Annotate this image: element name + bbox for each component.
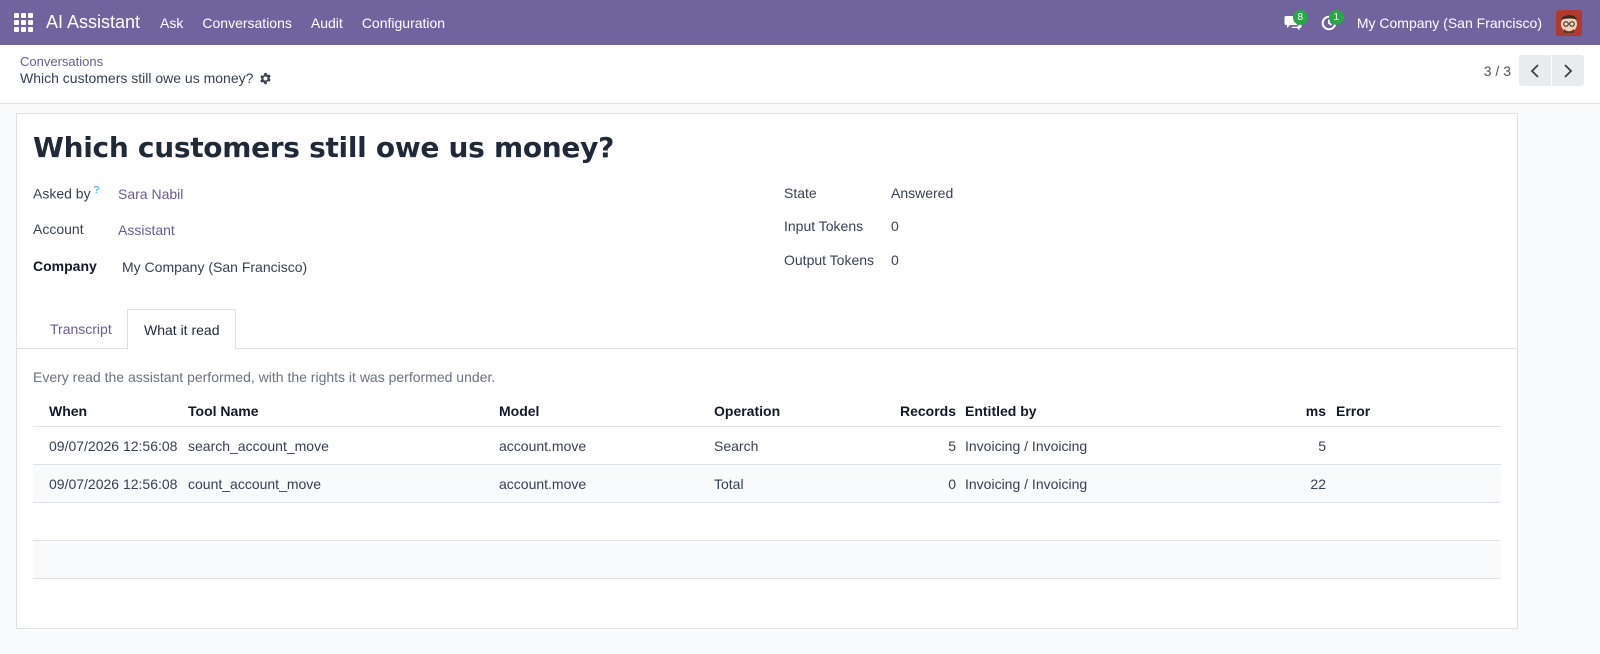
menu-conversations[interactable]: Conversations [202,15,292,31]
column-operation[interactable]: Operation [714,395,780,427]
chevron-right-icon [1564,63,1573,78]
record-title: Which customers still owe us money? [33,131,615,164]
table-row[interactable]: 09/07/2026 12:56:08 count_account_move a… [33,465,1501,503]
empty-table-row [33,541,1501,579]
messages-button[interactable]: 8 [1275,0,1311,45]
form-sheet: Which customers still owe us money? Aske… [16,113,1518,629]
output-tokens-value: 0 [891,252,899,268]
asked-by-label: Asked by? [33,185,99,202]
gear-icon[interactable] [259,72,272,85]
column-records[interactable]: Records [873,395,956,427]
cell-ms: 5 [1318,438,1326,454]
tab-what-it-read[interactable]: What it read [127,309,237,350]
state-value: Answered [891,185,954,201]
input-tokens-label: Input Tokens [784,218,864,234]
cell-entitled-by: Invoicing / Invoicing [965,438,1088,454]
help-tooltip-icon[interactable]: ? [94,185,100,196]
pager-previous-button[interactable] [1519,55,1551,86]
menu-ask[interactable]: Ask [160,15,183,31]
cell-when: 09/07/2026 12:56:08 [49,476,178,492]
empty-table-row [33,503,1501,541]
menu-configuration[interactable]: Configuration [362,15,445,31]
company-value[interactable]: My Company (San Francisco) [122,259,307,275]
cell-entitled-by: Invoicing / Invoicing [965,476,1088,492]
column-tool-name[interactable]: Tool Name [188,395,259,427]
cell-records: 0 [948,476,956,492]
input-tokens-value: 0 [891,218,899,234]
column-when[interactable]: When [49,395,87,427]
account-value[interactable]: Assistant [118,222,175,238]
column-ms[interactable]: ms [1283,395,1326,427]
cell-operation: Search [714,438,759,454]
company-switcher[interactable]: My Company (San Francisco) [1357,15,1542,31]
table-row[interactable]: 09/07/2026 12:56:08 search_account_move … [33,427,1501,465]
pager-value[interactable]: 3 / 3 [1484,63,1511,79]
output-tokens-label: Output Tokens [784,252,875,268]
reads-table: When Tool Name Model Operation Records E… [33,395,1501,579]
menu-audit[interactable]: Audit [311,15,343,31]
column-error[interactable]: Error [1336,395,1370,427]
cell-tool-name: search_account_move [188,438,329,454]
tab-description: Every read the assistant performed, with… [33,369,496,385]
cell-operation: Total [714,476,744,492]
cell-when: 09/07/2026 12:56:08 [49,438,178,454]
asked-by-label-text: Asked by [33,185,91,202]
pager-next-button[interactable] [1552,55,1584,86]
activities-button[interactable]: 1 [1311,0,1347,45]
breadcrumb-current-label: Which customers still owe us money? [20,70,254,86]
column-entitled-by[interactable]: Entitled by [965,395,1037,427]
control-panel: Conversations Which customers still owe … [0,45,1600,104]
messages-count-badge: 8 [1292,10,1308,25]
asked-by-value[interactable]: Sara Nabil [118,186,183,202]
user-avatar[interactable] [1556,9,1582,36]
table-header: When Tool Name Model Operation Records E… [33,395,1501,427]
cell-tool-name: count_account_move [188,476,322,492]
column-model[interactable]: Model [499,395,539,427]
pager: 3 / 3 [1484,55,1584,86]
app-name[interactable]: AI Assistant [46,12,140,33]
company-label: Company [33,258,97,274]
cell-model: account.move [499,476,587,492]
cell-records: 5 [948,438,956,454]
activities-count-badge: 1 [1328,10,1344,25]
account-label: Account [33,221,84,237]
top-navbar: AI Assistant Ask Conversations Audit Con… [0,0,1600,45]
cell-model: account.move [499,438,587,454]
cell-ms: 22 [1310,476,1326,492]
breadcrumb-current: Which customers still owe us money? [20,70,272,86]
apps-menu-button[interactable] [0,0,46,45]
tab-transcript[interactable]: Transcript [34,309,128,349]
apps-grid-icon [13,13,33,32]
state-label: State [784,185,817,201]
chevron-left-icon [1530,63,1539,78]
notebook-tabs: Transcript What it read [17,309,1517,350]
breadcrumb-conversations[interactable]: Conversations [20,54,103,69]
